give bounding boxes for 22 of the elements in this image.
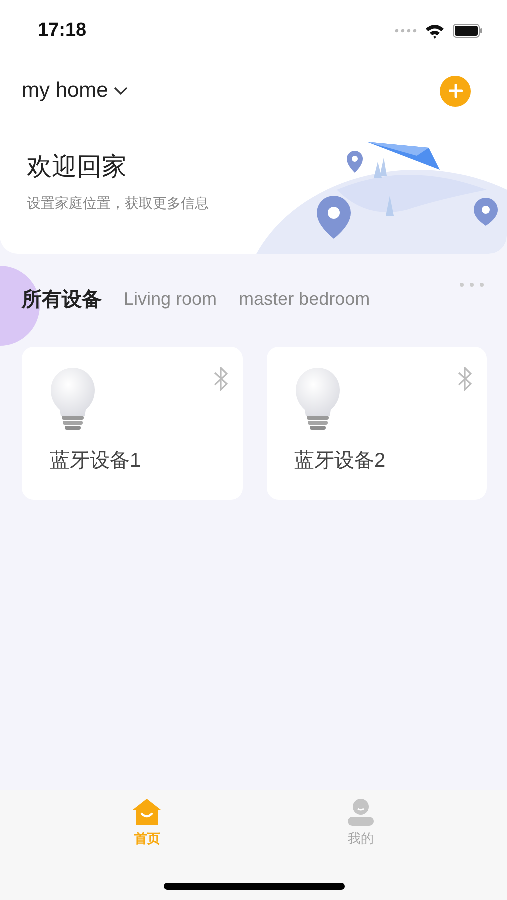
device-name: 蓝牙设备1 xyxy=(50,449,142,474)
signal-icon xyxy=(395,29,417,33)
welcome-subtitle: 设置家庭位置，获取更多信息 xyxy=(27,195,210,213)
room-tab[interactable]: 所有设备 xyxy=(22,286,102,312)
home-icon xyxy=(132,798,162,826)
light-bulb-icon xyxy=(50,367,96,433)
add-button[interactable] xyxy=(440,76,471,106)
home-selector[interactable]: my home xyxy=(22,79,128,103)
welcome-title: 欢迎回家 xyxy=(27,152,128,183)
wifi-icon xyxy=(425,24,445,38)
status-time: 17:18 xyxy=(38,20,87,42)
device-card[interactable]: 蓝牙设备2 xyxy=(266,347,487,500)
more-icon[interactable] xyxy=(459,282,485,288)
bluetooth-icon xyxy=(457,367,473,391)
battery-icon xyxy=(453,24,483,38)
bluetooth-icon xyxy=(212,367,228,391)
chevron-down-icon xyxy=(114,86,128,96)
device-card[interactable]: 蓝牙设备1 xyxy=(22,347,242,500)
plus-icon xyxy=(448,84,462,98)
person-icon xyxy=(346,798,375,826)
light-bulb-icon xyxy=(294,367,340,433)
device-name: 蓝牙设备2 xyxy=(294,449,387,474)
